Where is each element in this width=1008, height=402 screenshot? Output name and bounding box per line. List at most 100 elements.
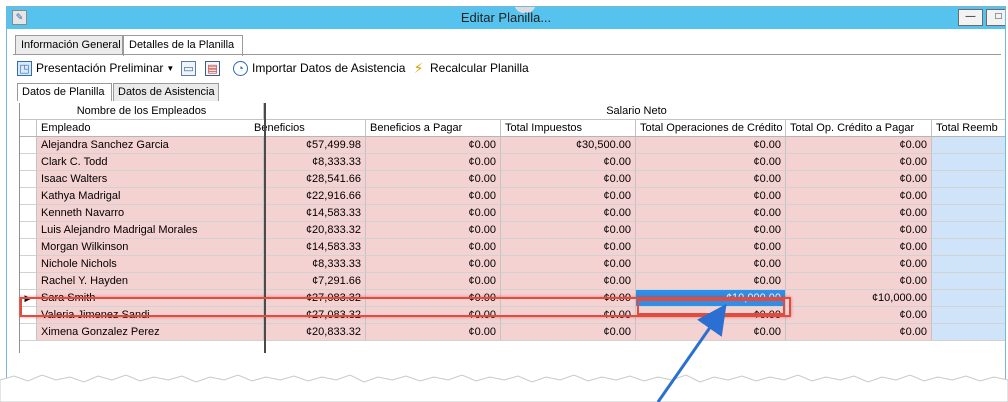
amount-cell[interactable]: ¢0.00: [786, 188, 932, 205]
amount-cell[interactable]: ¢0.00: [366, 307, 501, 324]
amount-cell[interactable]: ¢0.00: [366, 273, 501, 290]
row-indicator[interactable]: [20, 307, 37, 324]
amount-cell[interactable]: ¢0.00: [786, 273, 932, 290]
amount-cell[interactable]: ¢0.00: [501, 239, 636, 256]
empty-cell[interactable]: [932, 188, 1005, 205]
recalculate-button[interactable]: ⚡ Recalcular Planilla: [411, 59, 529, 77]
amount-cell[interactable]: ¢27,083.32: [266, 290, 366, 307]
amount-cell[interactable]: ¢0.00: [786, 239, 932, 256]
row-indicator[interactable]: [20, 324, 37, 341]
amount-cell[interactable]: ¢0.00: [501, 222, 636, 239]
amount-cell[interactable]: ¢0.00: [786, 324, 932, 341]
empty-cell[interactable]: [932, 205, 1005, 222]
empty-cell[interactable]: [932, 290, 1005, 307]
empty-cell[interactable]: [932, 222, 1005, 239]
empty-cell[interactable]: [932, 137, 1005, 154]
amount-cell[interactable]: ¢0.00: [786, 256, 932, 273]
amount-cell[interactable]: ¢14,583.33: [266, 239, 366, 256]
amount-cell[interactable]: ¢0.00: [501, 256, 636, 273]
row-indicator[interactable]: ▶: [20, 290, 37, 307]
amount-cell[interactable]: ¢0.00: [786, 171, 932, 188]
row-indicator[interactable]: [20, 222, 37, 239]
column-header-beneficios[interactable]: Beneficios: [254, 120, 366, 137]
amount-cell[interactable]: ¢0.00: [501, 290, 636, 307]
preview-button[interactable]: ◳ Presentación Preliminar ▼: [17, 59, 174, 77]
employee-name-cell[interactable]: Alejandra Sanchez Garcia: [37, 137, 264, 154]
chat-button[interactable]: ▭: [181, 59, 200, 77]
row-indicator[interactable]: [20, 154, 37, 171]
employee-name-cell[interactable]: Sara Smith: [37, 290, 264, 307]
amount-cell[interactable]: ¢0.00: [501, 324, 636, 341]
amount-cell[interactable]: ¢0.00: [501, 188, 636, 205]
amount-cell[interactable]: ¢0.00: [501, 154, 636, 171]
empty-cell[interactable]: [932, 256, 1005, 273]
amount-cell[interactable]: ¢0.00: [366, 222, 501, 239]
amount-cell[interactable]: ¢0.00: [366, 188, 501, 205]
amount-cell[interactable]: ¢0.00: [501, 273, 636, 290]
empty-cell[interactable]: [932, 307, 1005, 324]
amount-cell[interactable]: ¢0.00: [636, 222, 786, 239]
amount-cell[interactable]: ¢0.00: [786, 137, 932, 154]
row-indicator[interactable]: [20, 239, 37, 256]
amount-cell[interactable]: ¢57,499.98: [266, 137, 366, 154]
employee-name-cell[interactable]: Morgan Wilkinson: [37, 239, 264, 256]
employee-name-cell[interactable]: Kathya Madrigal: [37, 188, 264, 205]
column-header-total-op-credito-pagar[interactable]: Total Op. Crédito a Pagar: [786, 120, 932, 137]
amount-cell[interactable]: ¢0.00: [366, 239, 501, 256]
row-indicator[interactable]: [20, 188, 37, 205]
employee-name-cell[interactable]: Luis Alejandro Madrigal Morales: [37, 222, 264, 239]
amount-cell[interactable]: ¢0.00: [636, 154, 786, 171]
column-header-total-impuestos[interactable]: Total Impuestos: [501, 120, 636, 137]
amount-cell[interactable]: ¢0.00: [366, 205, 501, 222]
amount-cell[interactable]: ¢7,291.66: [266, 273, 366, 290]
amount-cell[interactable]: ¢0.00: [501, 307, 636, 324]
amount-cell[interactable]: ¢14,583.33: [266, 205, 366, 222]
amount-cell[interactable]: ¢0.00: [366, 324, 501, 341]
payroll-grid[interactable]: Nombre de los Empleados Salario Neto Emp…: [19, 103, 1005, 353]
amount-cell[interactable]: ¢8,333.33: [266, 154, 366, 171]
amount-cell[interactable]: ¢27,083.32: [266, 307, 366, 324]
employee-name-cell[interactable]: Clark C. Todd: [37, 154, 264, 171]
amount-cell[interactable]: ¢0.00: [366, 256, 501, 273]
employee-name-cell[interactable]: Isaac Walters: [37, 171, 264, 188]
row-indicator[interactable]: [20, 256, 37, 273]
amount-cell[interactable]: ¢10,000.00: [636, 290, 786, 307]
employee-name-cell[interactable]: Nichole Nichols: [37, 256, 264, 273]
row-indicator[interactable]: [20, 171, 37, 188]
amount-cell[interactable]: ¢20,833.32: [266, 324, 366, 341]
amount-cell[interactable]: ¢0.00: [786, 154, 932, 171]
tab-informacion-general[interactable]: Información General: [15, 35, 123, 55]
amount-cell[interactable]: ¢0.00: [636, 324, 786, 341]
title-bar[interactable]: ✎ Editar Planilla... — □: [7, 7, 1005, 29]
amount-cell[interactable]: ¢0.00: [501, 171, 636, 188]
amount-cell[interactable]: ¢0.00: [636, 137, 786, 154]
row-indicator[interactable]: [20, 137, 37, 154]
amount-cell[interactable]: ¢0.00: [501, 205, 636, 222]
import-attendance-button[interactable]: ◔ Importar Datos de Asistencia: [233, 59, 405, 77]
chevron-down-icon[interactable]: ▼: [166, 64, 174, 73]
amount-cell[interactable]: ¢20,833.32: [266, 222, 366, 239]
employee-name-cell[interactable]: Valeria Jimenez Sandi: [37, 307, 264, 324]
amount-cell[interactable]: ¢0.00: [636, 188, 786, 205]
tab-detalles-planilla[interactable]: Detalles de la Planilla: [123, 35, 243, 56]
amount-cell[interactable]: ¢0.00: [786, 222, 932, 239]
column-header-beneficios-pagar[interactable]: Beneficios a Pagar: [366, 120, 501, 137]
employee-name-cell[interactable]: Ximena Gonzalez Perez: [37, 324, 264, 341]
column-header-empleado[interactable]: Empleado ∕: [37, 120, 264, 137]
employee-name-cell[interactable]: Rachel Y. Hayden: [37, 273, 264, 290]
amount-cell[interactable]: ¢0.00: [786, 205, 932, 222]
employee-name-cell[interactable]: Kenneth Navarro: [37, 205, 264, 222]
column-header-total-operaciones-credito[interactable]: Total Operaciones de Crédito: [636, 120, 786, 137]
amount-cell[interactable]: ¢0.00: [636, 307, 786, 324]
amount-cell[interactable]: ¢0.00: [636, 239, 786, 256]
row-indicator[interactable]: [20, 273, 37, 290]
subtab-datos-asistencia[interactable]: Datos de Asistencia: [113, 83, 219, 101]
amount-cell[interactable]: ¢0.00: [366, 137, 501, 154]
amount-cell[interactable]: ¢0.00: [636, 205, 786, 222]
column-header-total-reembolsos[interactable]: Total Reemb: [932, 120, 1005, 137]
empty-cell[interactable]: [932, 324, 1005, 341]
maximize-button[interactable]: □: [986, 9, 1005, 26]
amount-cell[interactable]: ¢30,500.00: [501, 137, 636, 154]
empty-cell[interactable]: [932, 273, 1005, 290]
amount-cell[interactable]: ¢0.00: [636, 171, 786, 188]
